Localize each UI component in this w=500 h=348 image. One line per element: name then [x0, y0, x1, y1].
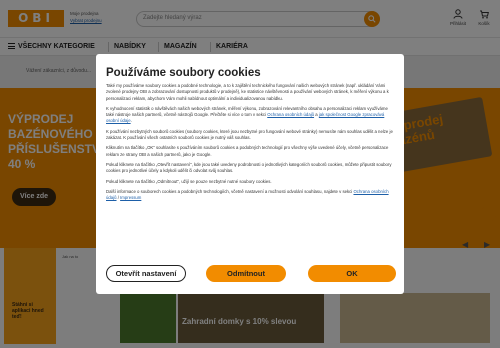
- cookie-paragraph: K vyhodnocení statistik o návštěvách naš…: [106, 105, 388, 124]
- cookie-paragraph: Pokud kliknete na tlačítko „Otevřít nast…: [106, 161, 392, 174]
- cookie-paragraph: Pokud kliknete na tlačítko „Odmítnout", …: [106, 178, 272, 184]
- cookie-paragraph: Kliknutím na tlačítko „OK" souhlasíte s …: [106, 145, 389, 157]
- cookie-paragraph: Další informace o souborech cookies a po…: [106, 188, 389, 201]
- cookie-paragraph: Také my používáme soubory cookies a podo…: [106, 83, 389, 101]
- cookie-paragraph: K používání nezbytných souborů cookies (…: [106, 128, 393, 141]
- privacy-link[interactable]: Ochrana osobních údajů: [267, 112, 314, 117]
- accept-ok-button[interactable]: OK: [308, 265, 396, 282]
- cookie-consent-dialog: Používáme soubory cookies Také my použív…: [96, 54, 404, 294]
- reject-button[interactable]: Odmítnout: [206, 265, 286, 282]
- cookie-dialog-body: Také my používáme soubory cookies a podo…: [106, 83, 394, 255]
- imprint-link[interactable]: Impressum: [120, 195, 141, 200]
- cookie-paragraph-text: Další informace o souborech cookies a po…: [106, 188, 353, 194]
- open-settings-button[interactable]: Otevřít nastavení: [106, 265, 186, 282]
- cookie-dialog-title: Používáme soubory cookies: [106, 67, 261, 79]
